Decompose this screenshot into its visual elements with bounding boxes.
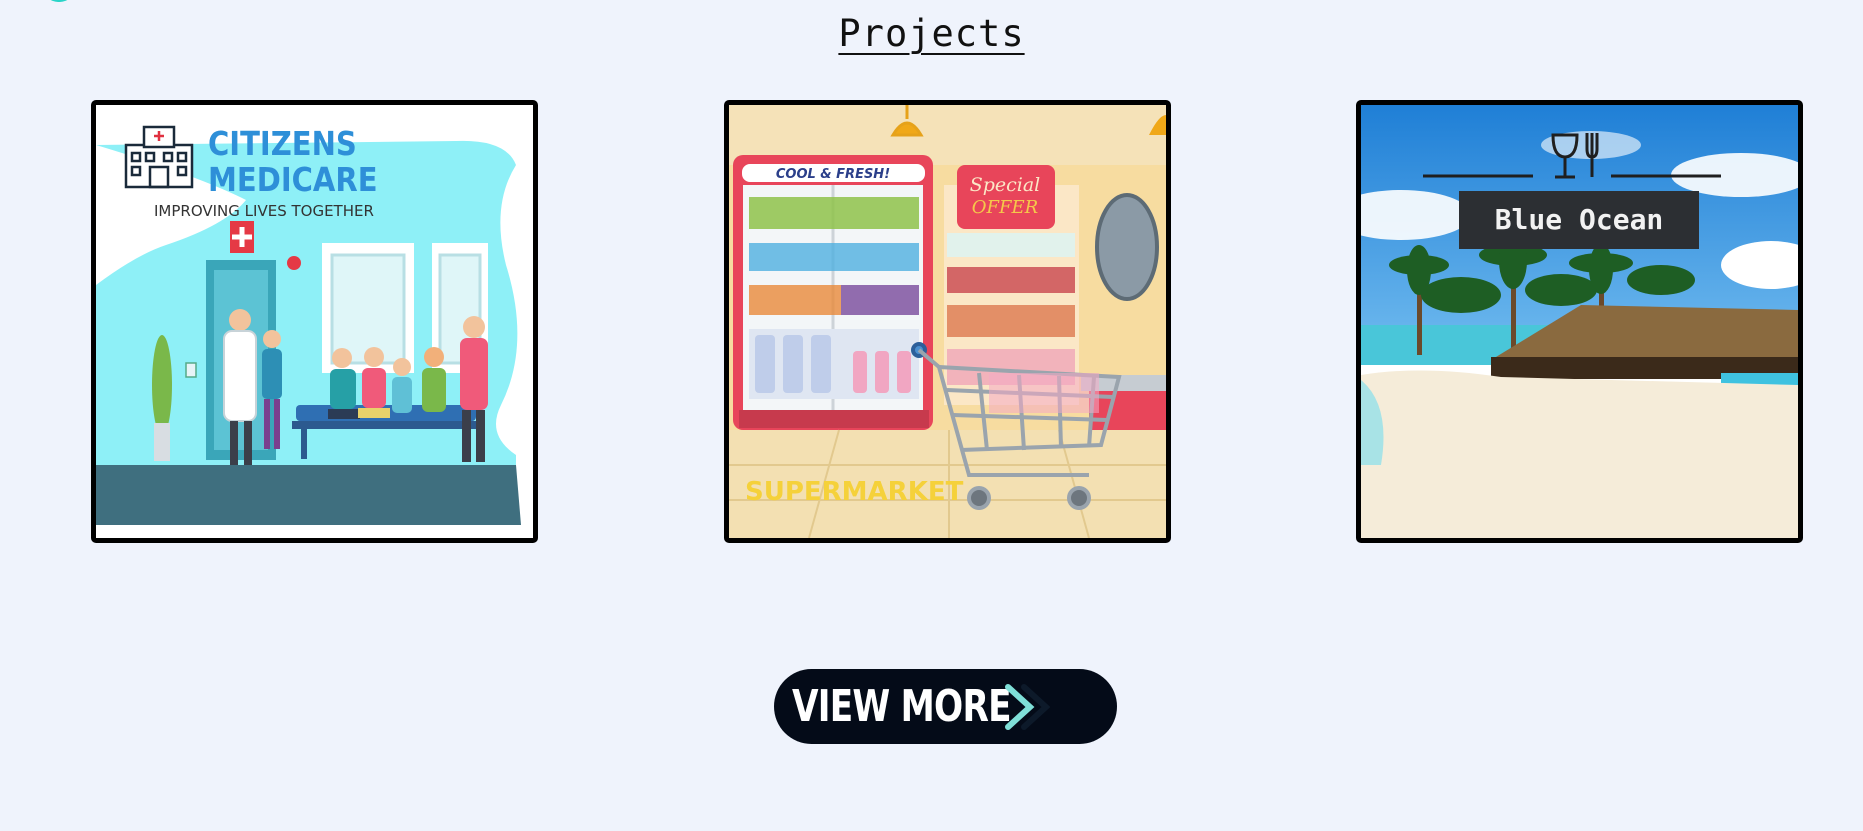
logo-line-1: CITIZENS xyxy=(208,125,357,163)
fridge-sign: COOL & FRESH! xyxy=(776,167,890,182)
project-card-supermarket[interactable]: COOL & FRESH! Special OFFER SUPERMARKET xyxy=(724,100,1171,543)
blue-ocean-sign: Blue Ocean xyxy=(1495,203,1664,236)
chevron-right-icon xyxy=(1005,684,1050,730)
offer-line-2: OFFER xyxy=(972,197,1038,218)
logo-line-2: MEDICARE xyxy=(208,161,378,199)
citizens-medicare-image: CITIZENS MEDICARE IMPROVING LIVES TOGETH… xyxy=(96,105,533,538)
section-title: Projects xyxy=(838,12,1025,55)
supermarket-image: COOL & FRESH! Special OFFER SUPERMARKET xyxy=(729,105,1166,538)
logo-tagline: IMPROVING LIVES TOGETHER xyxy=(154,202,374,220)
supermarket-caption: SUPERMARKET xyxy=(745,477,964,507)
fridge-bottles xyxy=(749,197,919,399)
view-more-label: VIEW MORE xyxy=(792,681,1012,732)
view-more-button[interactable]: VIEW MORE xyxy=(774,669,1117,744)
project-card-citizens-medicare[interactable]: CITIZENS MEDICARE IMPROVING LIVES TOGETH… xyxy=(91,100,538,543)
blue-ocean-image: Blue Ocean xyxy=(1361,105,1798,538)
project-card-blue-ocean[interactable]: Blue Ocean xyxy=(1356,100,1803,543)
offer-line-1: Special xyxy=(970,174,1041,196)
corner-decoration xyxy=(44,0,74,2)
